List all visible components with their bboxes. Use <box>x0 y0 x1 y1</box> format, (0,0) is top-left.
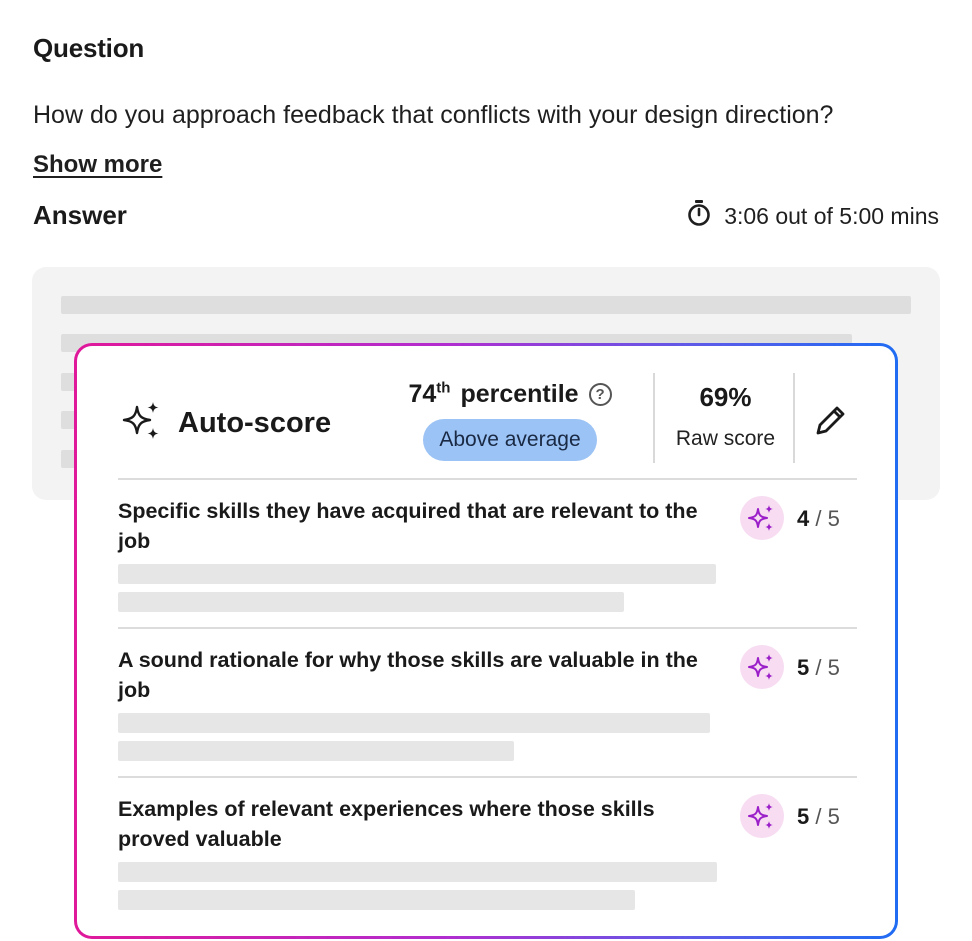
answer-placeholder-line <box>61 296 911 314</box>
ai-score-badge <box>740 794 784 838</box>
raw-score-block: 69% Raw score <box>657 382 794 451</box>
answer-heading: Answer <box>33 200 127 230</box>
divider <box>118 776 857 778</box>
question-heading: Question <box>33 33 145 63</box>
score-separator: / <box>809 655 828 680</box>
sparkle-icon <box>748 505 773 531</box>
criterion-placeholder-line <box>118 564 716 584</box>
score-separator: / <box>809 804 828 829</box>
score-value: 5 <box>797 804 810 829</box>
question-text: How do you approach feedback that confli… <box>33 101 834 129</box>
timer-text: 3:06 out of 5:00 mins <box>724 202 939 229</box>
timer: 3:06 out of 5:00 mins <box>686 199 939 233</box>
criterion-placeholder-line <box>118 890 635 910</box>
divider <box>118 627 857 629</box>
ai-score-badge <box>740 645 784 689</box>
score-max: 5 <box>827 804 840 829</box>
percentile-value: 74th <box>408 380 450 409</box>
raw-score-label: Raw score <box>675 427 776 450</box>
percentile-row: 74th percentile ? <box>392 380 628 409</box>
autoscore-label: Auto-score <box>178 407 332 439</box>
score-separator: / <box>809 506 828 531</box>
ai-score-badge <box>740 496 784 540</box>
percentile-block: 74th percentile ? Above average <box>392 380 628 461</box>
sparkle-icon <box>748 654 773 680</box>
percentile-number: 74 <box>408 380 437 408</box>
score-value: 4 <box>797 506 810 531</box>
criterion-score: 4 / 5 <box>797 506 840 532</box>
sparkle-icon <box>120 399 164 448</box>
criterion-placeholder-line <box>118 741 514 761</box>
page: Question How do you approach feedback th… <box>0 0 972 941</box>
autoscore-header: Auto-score <box>120 399 331 448</box>
edit-score-button[interactable] <box>810 399 850 439</box>
pencil-icon <box>816 406 845 435</box>
criterion-title: A sound rationale for why those skills a… <box>118 648 698 702</box>
criterion-placeholder-line <box>118 862 717 882</box>
criterion-placeholder-line <box>118 592 624 612</box>
sparkle-icon <box>748 803 773 829</box>
score-max: 5 <box>827 506 840 531</box>
raw-score-value: 69% <box>699 382 752 412</box>
percentile-word: percentile <box>460 380 579 408</box>
divider <box>653 373 655 463</box>
score-max: 5 <box>827 655 840 680</box>
divider <box>793 373 795 463</box>
criterion-title: Examples of relevant experiences where t… <box>118 797 655 851</box>
criterion-title: Specific skills they have acquired that … <box>118 499 698 553</box>
criterion-score: 5 / 5 <box>797 804 840 830</box>
autoscore-card-body: Auto-score 74th percentile ? Above avera… <box>77 346 895 936</box>
divider <box>118 478 857 480</box>
help-icon[interactable]: ? <box>588 383 612 406</box>
percentile-suffix: th <box>436 379 451 397</box>
criterion-score: 5 / 5 <box>797 655 840 681</box>
above-average-badge: Above average <box>423 419 597 461</box>
show-more-link[interactable]: Show more <box>33 151 162 179</box>
score-value: 5 <box>797 655 810 680</box>
stopwatch-icon <box>686 199 712 233</box>
autoscore-card: Auto-score 74th percentile ? Above avera… <box>74 343 898 939</box>
criterion-placeholder-line <box>118 713 710 733</box>
